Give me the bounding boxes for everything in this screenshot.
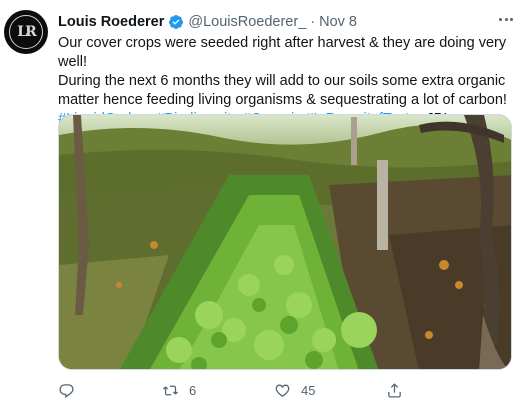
- retweet-button[interactable]: 6: [162, 382, 274, 399]
- share-button[interactable]: [386, 382, 403, 399]
- tweet-text-line: matter hence feeding living organisms & …: [58, 92, 507, 108]
- author-handle[interactable]: @LouisRoederer_: [188, 14, 306, 30]
- tweet-actions-bar: 6 45: [58, 378, 448, 402]
- author-avatar[interactable]: LR: [4, 10, 48, 54]
- avatar-logo-ring: LR: [9, 15, 43, 49]
- more-options-icon[interactable]: [495, 8, 517, 30]
- retweet-icon: [162, 385, 179, 395]
- heart-icon: [275, 384, 290, 397]
- vine-post: [377, 160, 388, 250]
- reply-icon: [59, 383, 74, 398]
- retweet-count: 6: [189, 382, 197, 398]
- vineyard-cover-crop-photo: [59, 115, 511, 369]
- reply-button[interactable]: [58, 382, 162, 399]
- verified-badge-icon: [169, 15, 184, 29]
- share-icon: [388, 382, 401, 398]
- tweet-text-line: During the next 6 months they will add t…: [58, 73, 506, 89]
- like-button[interactable]: 45: [274, 382, 386, 399]
- avatar-monogram: LR: [17, 24, 37, 40]
- tweet-header: Louis Roederer @LouisRoederer_ · Nov 8: [58, 12, 513, 32]
- like-count: 45: [301, 382, 316, 398]
- author-name[interactable]: Louis Roederer: [58, 14, 164, 30]
- header-separator: ·: [310, 14, 316, 30]
- tweet-date[interactable]: Nov 8: [319, 14, 357, 30]
- tweet-image[interactable]: [58, 114, 512, 370]
- tweet-text-line: Our cover crops were seeded right after …: [58, 35, 507, 70]
- tweet-card[interactable]: LR Louis Roederer @LouisRoederer_ · Nov …: [0, 0, 523, 404]
